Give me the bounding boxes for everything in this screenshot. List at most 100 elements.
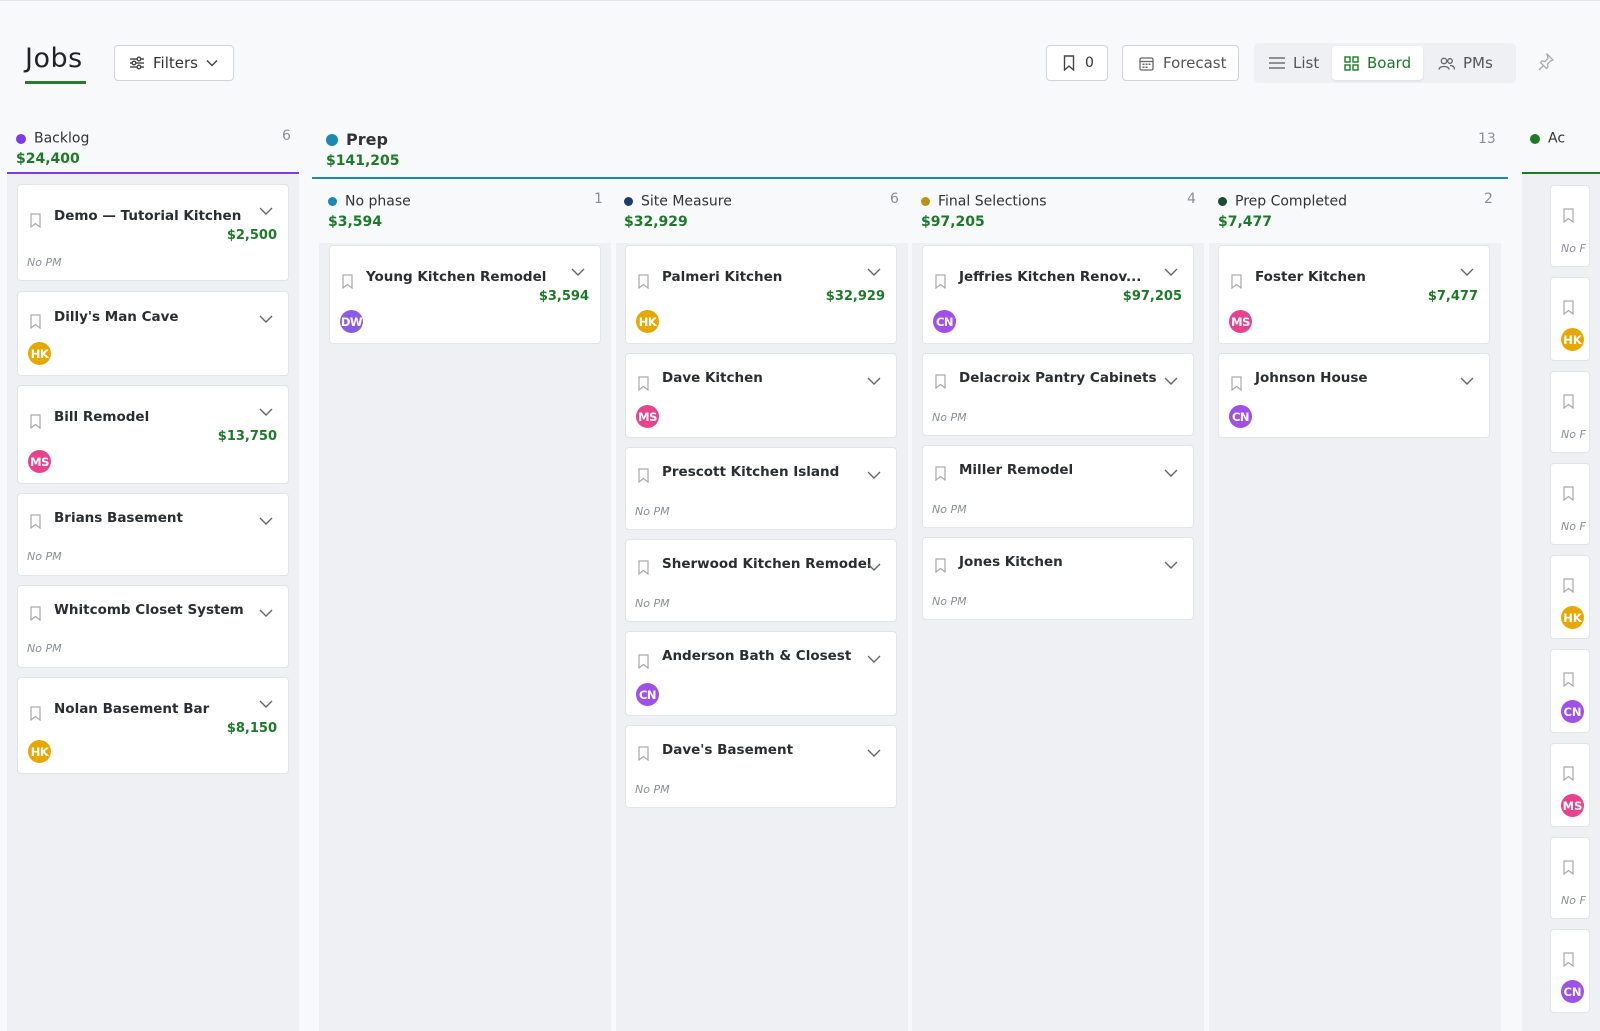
chevron-down-icon (206, 59, 218, 67)
backlog-dot (16, 133, 26, 144)
job-card[interactable]: Whitcomb Closet System No PM (17, 585, 289, 668)
job-card[interactable]: Nolan Basement Bar $8,150 HK (17, 677, 289, 774)
view-pms-button[interactable]: PMs (1426, 46, 1505, 80)
bookmark-icon[interactable] (935, 466, 946, 481)
chevron-down-icon[interactable] (259, 408, 273, 416)
bookmark-icon[interactable] (1563, 394, 1574, 409)
job-card[interactable]: Jones Kitchen No PM (922, 537, 1194, 620)
job-card[interactable]: HK (1550, 555, 1590, 639)
phase-dot (921, 197, 930, 206)
bookmark-icon[interactable] (342, 274, 353, 289)
chevron-down-icon[interactable] (867, 749, 881, 757)
bookmark-icon[interactable] (638, 468, 649, 483)
job-card[interactable]: Bill Remodel $13,750 MS (17, 385, 289, 484)
bookmark-icon[interactable] (30, 514, 41, 529)
job-card[interactable]: Prescott Kitchen Island No PM (625, 447, 897, 530)
chevron-down-icon[interactable] (867, 563, 881, 571)
chevron-down-icon[interactable] (1164, 377, 1178, 385)
view-board-button[interactable]: Board (1332, 46, 1424, 80)
job-card[interactable]: Dave's Basement No PM (625, 725, 897, 808)
bookmark-icon[interactable] (1231, 274, 1242, 289)
job-card[interactable]: CN (1550, 649, 1590, 733)
job-amount: $2,500 (226, 228, 277, 243)
job-card[interactable]: No F (1550, 185, 1590, 267)
pin-icon[interactable] (1538, 53, 1554, 71)
bookmark-icon[interactable] (30, 213, 41, 228)
job-card[interactable]: Demo — Tutorial Kitchen $2,500 No PM (17, 184, 289, 281)
chevron-down-icon[interactable] (1164, 268, 1178, 276)
bookmark-icon[interactable] (30, 414, 41, 429)
chevron-down-icon[interactable] (867, 268, 881, 276)
job-card[interactable]: Dave Kitchen MS (625, 353, 897, 438)
job-card[interactable]: Palmeri Kitchen $32,929 HK (625, 245, 897, 344)
bookmark-icon[interactable] (1563, 952, 1574, 967)
chevron-down-icon[interactable] (259, 517, 273, 525)
job-card[interactable]: Delacroix Pantry Cabinets No PM (922, 353, 1194, 436)
job-card[interactable]: No F (1550, 371, 1590, 453)
bookmark-icon[interactable] (638, 274, 649, 289)
bookmark-icon[interactable] (1563, 860, 1574, 875)
bookmark-icon[interactable] (1563, 300, 1574, 315)
prep-count: 13 (1478, 131, 1496, 147)
bookmarks-button[interactable]: 0 (1046, 45, 1108, 81)
job-card[interactable]: Foster Kitchen $7,477 MS (1218, 245, 1490, 344)
bookmark-icon[interactable] (30, 706, 41, 721)
job-card[interactable]: Brians Basement No PM (17, 493, 289, 576)
phase-no-phase-bg (319, 243, 611, 1031)
chevron-down-icon[interactable] (867, 377, 881, 385)
bookmark-count: 0 (1085, 55, 1094, 71)
job-amount: $8,150 (226, 721, 277, 736)
bookmark-icon[interactable] (1231, 376, 1242, 391)
bookmark-icon[interactable] (935, 274, 946, 289)
avatar: HK (28, 740, 51, 763)
page-title: Jobs (25, 43, 83, 74)
job-card[interactable]: Johnson House CN (1218, 353, 1490, 438)
bookmark-icon[interactable] (1563, 578, 1574, 593)
bookmark-icon[interactable] (638, 746, 649, 761)
bookmark-icon[interactable] (1563, 486, 1574, 501)
job-card[interactable]: Anderson Bath & Closest CN (625, 631, 897, 716)
chevron-down-icon[interactable] (867, 655, 881, 663)
job-card[interactable]: HK (1550, 277, 1590, 361)
list-icon (1269, 57, 1285, 69)
phase-amount: $3,594 (328, 214, 383, 230)
bookmark-icon[interactable] (638, 376, 649, 391)
job-card[interactable]: Sherwood Kitchen Remodel No PM (625, 539, 897, 622)
phase-count: 2 (1484, 191, 1493, 207)
chevron-down-icon[interactable] (259, 700, 273, 708)
forecast-button[interactable]: Forecast (1122, 45, 1239, 81)
bookmark-icon[interactable] (30, 606, 41, 621)
phase-count: 6 (890, 191, 899, 207)
filters-button[interactable]: Filters (114, 45, 234, 81)
filters-label: Filters (153, 54, 198, 72)
bookmark-icon[interactable] (1563, 766, 1574, 781)
bookmark-icon[interactable] (935, 374, 946, 389)
chevron-down-icon[interactable] (259, 207, 273, 215)
job-card[interactable]: Miller Remodel No PM (922, 445, 1194, 528)
chevron-down-icon[interactable] (1460, 377, 1474, 385)
job-card[interactable]: CN (1550, 929, 1590, 1013)
job-card[interactable]: MS (1550, 743, 1590, 827)
job-card[interactable]: Young Kitchen Remodel $3,594 DW (329, 245, 601, 344)
job-card[interactable]: No F (1550, 463, 1590, 545)
chevron-down-icon[interactable] (1460, 268, 1474, 276)
chevron-down-icon[interactable] (1164, 469, 1178, 477)
chevron-down-icon[interactable] (259, 315, 273, 323)
chevron-down-icon[interactable] (1164, 561, 1178, 569)
job-card[interactable]: No F (1550, 837, 1590, 919)
phase-header-prep-completed: Prep Completed $7,477 (1218, 191, 1347, 230)
bookmark-icon[interactable] (638, 654, 649, 669)
bookmark-icon[interactable] (935, 558, 946, 573)
chevron-down-icon[interactable] (571, 268, 585, 276)
job-pm: No F (1561, 894, 1586, 907)
chevron-down-icon[interactable] (867, 471, 881, 479)
job-pm: No PM (27, 642, 62, 655)
bookmark-icon[interactable] (30, 314, 41, 329)
bookmark-icon[interactable] (1563, 208, 1574, 223)
view-list-button[interactable]: List (1257, 46, 1331, 80)
job-card[interactable]: Dilly's Man Cave HK (17, 291, 289, 376)
chevron-down-icon[interactable] (259, 609, 273, 617)
bookmark-icon[interactable] (1563, 672, 1574, 687)
job-card[interactable]: Jeffries Kitchen Renov... $97,205 CN (922, 245, 1194, 344)
bookmark-icon[interactable] (638, 560, 649, 575)
